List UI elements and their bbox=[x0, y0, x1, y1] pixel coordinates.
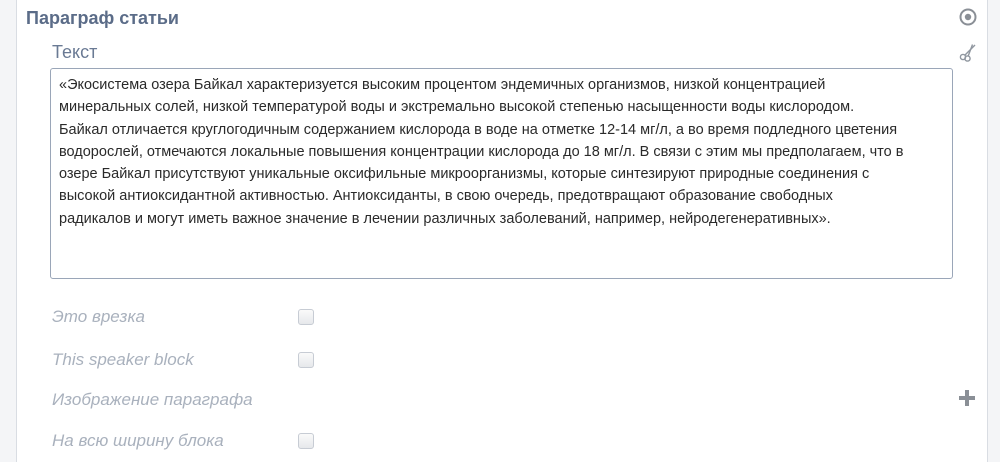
speaker-block-label: This speaker block bbox=[52, 350, 194, 369]
full-width-label: На всю ширину блока bbox=[52, 431, 224, 450]
insert-label: Это врезка bbox=[52, 307, 145, 326]
plus-icon[interactable] bbox=[958, 389, 976, 407]
scissors-icon[interactable] bbox=[958, 42, 978, 62]
text-textarea[interactable]: «Экосистема озера Байкал характеризуется… bbox=[50, 68, 953, 279]
paragraph-image-label: Изображение параграфа bbox=[52, 390, 253, 409]
section-title: Параграф статьи bbox=[26, 8, 179, 28]
speaker-block-checkbox[interactable] bbox=[298, 352, 314, 368]
target-icon[interactable] bbox=[959, 8, 977, 26]
insert-checkbox[interactable] bbox=[298, 309, 314, 325]
text-field-label: Текст bbox=[52, 42, 98, 62]
full-width-checkbox[interactable] bbox=[298, 433, 314, 449]
